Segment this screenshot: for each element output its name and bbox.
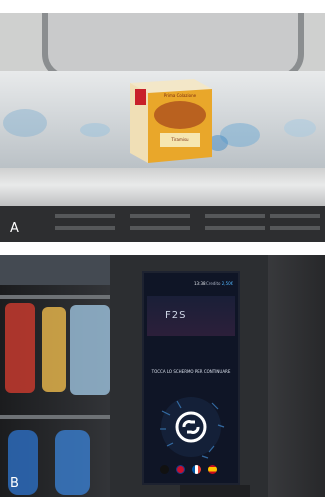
screen-credit: Credito 2,50€ bbox=[206, 281, 233, 286]
vent-slot bbox=[130, 226, 190, 230]
france-flag-icon[interactable] bbox=[192, 465, 201, 474]
vent-base bbox=[0, 206, 325, 242]
coin-slot bbox=[180, 485, 250, 497]
screen-time: 13:38 bbox=[194, 281, 206, 286]
brand-banner: F2S bbox=[147, 296, 235, 336]
language-flags bbox=[152, 465, 230, 475]
product-shelves bbox=[0, 255, 118, 497]
vent-slot bbox=[130, 214, 190, 218]
credit-label: Credito bbox=[206, 281, 221, 286]
box-line1: Prima Colazione bbox=[164, 93, 197, 98]
panel-b-photo: 13:38 Credito 2,50€ F2S TOCCA LO SCHERMO… bbox=[0, 255, 325, 497]
box-line2: Tiramisu bbox=[170, 137, 189, 142]
shelf-lip bbox=[0, 168, 325, 206]
vent-slot bbox=[205, 226, 265, 230]
panel-a-label: A bbox=[10, 221, 19, 236]
uk-flag-icon[interactable] bbox=[176, 465, 185, 474]
product-box: Tiramisu Prima Colazione bbox=[122, 75, 214, 165]
panel-a-photo: Tiramisu Prima Colazione A bbox=[0, 13, 325, 242]
vent-slot bbox=[205, 214, 265, 218]
pattern-circle-icon bbox=[160, 397, 225, 459]
touch-screen[interactable]: 13:38 Credito 2,50€ F2S TOCCA LO SCHERMO… bbox=[142, 271, 240, 485]
dispenser-window bbox=[42, 13, 304, 80]
flag-icon[interactable] bbox=[160, 465, 169, 474]
panel-b-label: B bbox=[10, 476, 19, 491]
vent-slot bbox=[55, 214, 115, 218]
vent-slot bbox=[270, 214, 320, 218]
machine-side bbox=[268, 255, 325, 497]
spain-flag-icon[interactable] bbox=[208, 465, 217, 474]
vent-slot bbox=[270, 226, 320, 230]
credit-value: 2,50€ bbox=[221, 281, 234, 286]
tap-prompt: TOCCA LO SCHERMO PER CONTINUARE bbox=[151, 369, 231, 374]
vent-slot bbox=[55, 226, 115, 230]
f2s-logo: F2S bbox=[165, 310, 187, 321]
